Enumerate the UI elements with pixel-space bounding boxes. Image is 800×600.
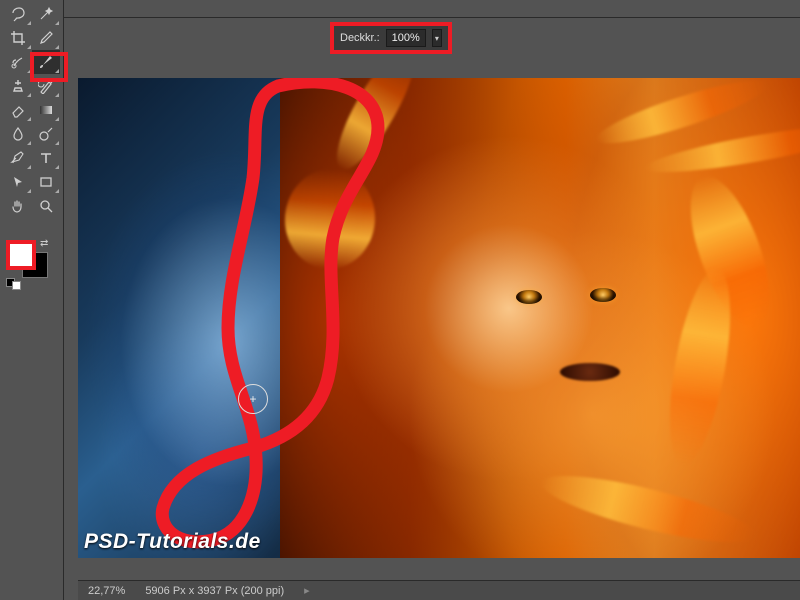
crop-tool[interactable] (4, 26, 32, 50)
canvas[interactable]: + PSD-Tutorials.de (78, 78, 800, 558)
pen-tool[interactable] (4, 146, 32, 170)
eyedropper-tool[interactable] (32, 26, 60, 50)
document-image (78, 78, 800, 558)
eraser-tool[interactable] (4, 98, 32, 122)
healing-brush-tool[interactable] (4, 50, 32, 74)
default-colors-icon[interactable] (6, 278, 21, 290)
lasso-tool[interactable] (4, 2, 32, 26)
watermark: PSD-Tutorials.de (84, 530, 261, 554)
zoom-level[interactable]: 22,77% (88, 585, 125, 597)
foreground-color-swatch[interactable] (6, 240, 36, 270)
status-bar: 22,77% 5906 Px x 3937 Px (200 ppi) ▸ (78, 580, 800, 600)
options-bar (0, 0, 800, 18)
opacity-control-highlight: Deckkr.: ▾ (330, 22, 452, 54)
opacity-label: Deckkr.: (340, 32, 380, 44)
history-brush-tool[interactable] (32, 74, 60, 98)
swap-colors-icon[interactable]: ⇄ (40, 238, 48, 249)
path-select-tool[interactable] (4, 170, 32, 194)
gradient-tool[interactable] (32, 98, 60, 122)
clone-stamp-tool[interactable] (4, 74, 32, 98)
brush-tool[interactable] (32, 50, 60, 74)
opacity-dropdown[interactable]: ▾ (432, 29, 442, 47)
document-dimensions: 5906 Px x 3937 Px (200 ppi) (145, 585, 284, 597)
blur-tool[interactable] (4, 122, 32, 146)
color-swatches: ⇄ (4, 238, 60, 292)
toolbox: ⇄ (0, 0, 64, 600)
status-arrow-icon[interactable]: ▸ (304, 584, 310, 597)
hand-tool[interactable] (4, 194, 32, 218)
rectangle-tool[interactable] (32, 170, 60, 194)
opacity-input[interactable] (386, 29, 426, 47)
zoom-tool[interactable] (32, 194, 60, 218)
dodge-tool[interactable] (32, 122, 60, 146)
magic-wand-tool[interactable] (32, 2, 60, 26)
type-tool[interactable] (32, 146, 60, 170)
